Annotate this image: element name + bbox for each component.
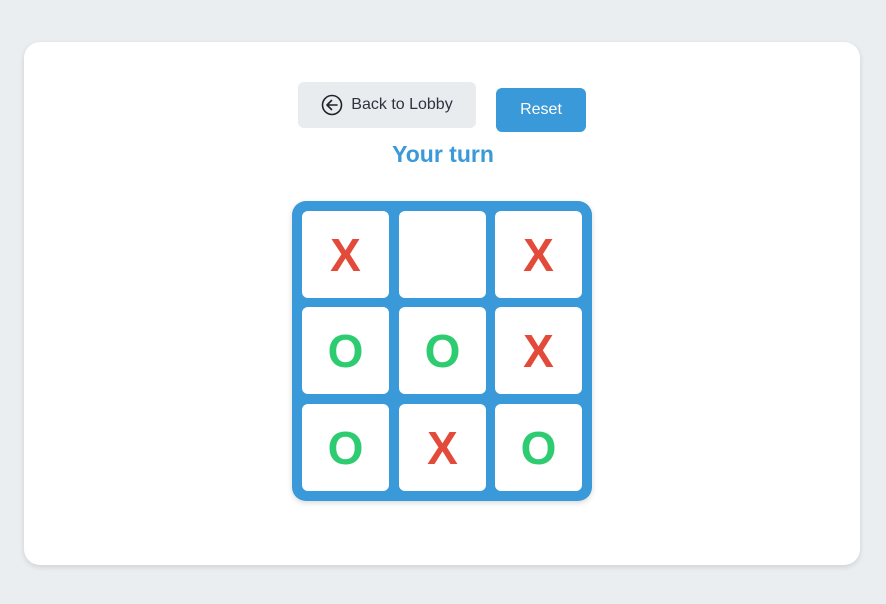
board-cell[interactable]: X: [495, 307, 582, 394]
back-to-lobby-label: Back to Lobby: [351, 96, 453, 113]
back-to-lobby-button[interactable]: Back to Lobby: [298, 82, 476, 128]
reset-button[interactable]: Reset: [496, 88, 586, 132]
arrow-left-circle-icon: [321, 94, 343, 116]
board-cell[interactable]: O: [399, 307, 486, 394]
board-cell[interactable]: X: [399, 404, 486, 491]
board-cell[interactable]: X: [302, 211, 389, 298]
board-cell[interactable]: [399, 211, 486, 298]
game-board: X X O O X O X O: [292, 201, 592, 501]
turn-status: Your turn: [392, 141, 494, 167]
board-cell[interactable]: O: [495, 404, 582, 491]
board-cell[interactable]: O: [302, 404, 389, 491]
board-cell[interactable]: X: [495, 211, 582, 298]
board-cell[interactable]: O: [302, 307, 389, 394]
